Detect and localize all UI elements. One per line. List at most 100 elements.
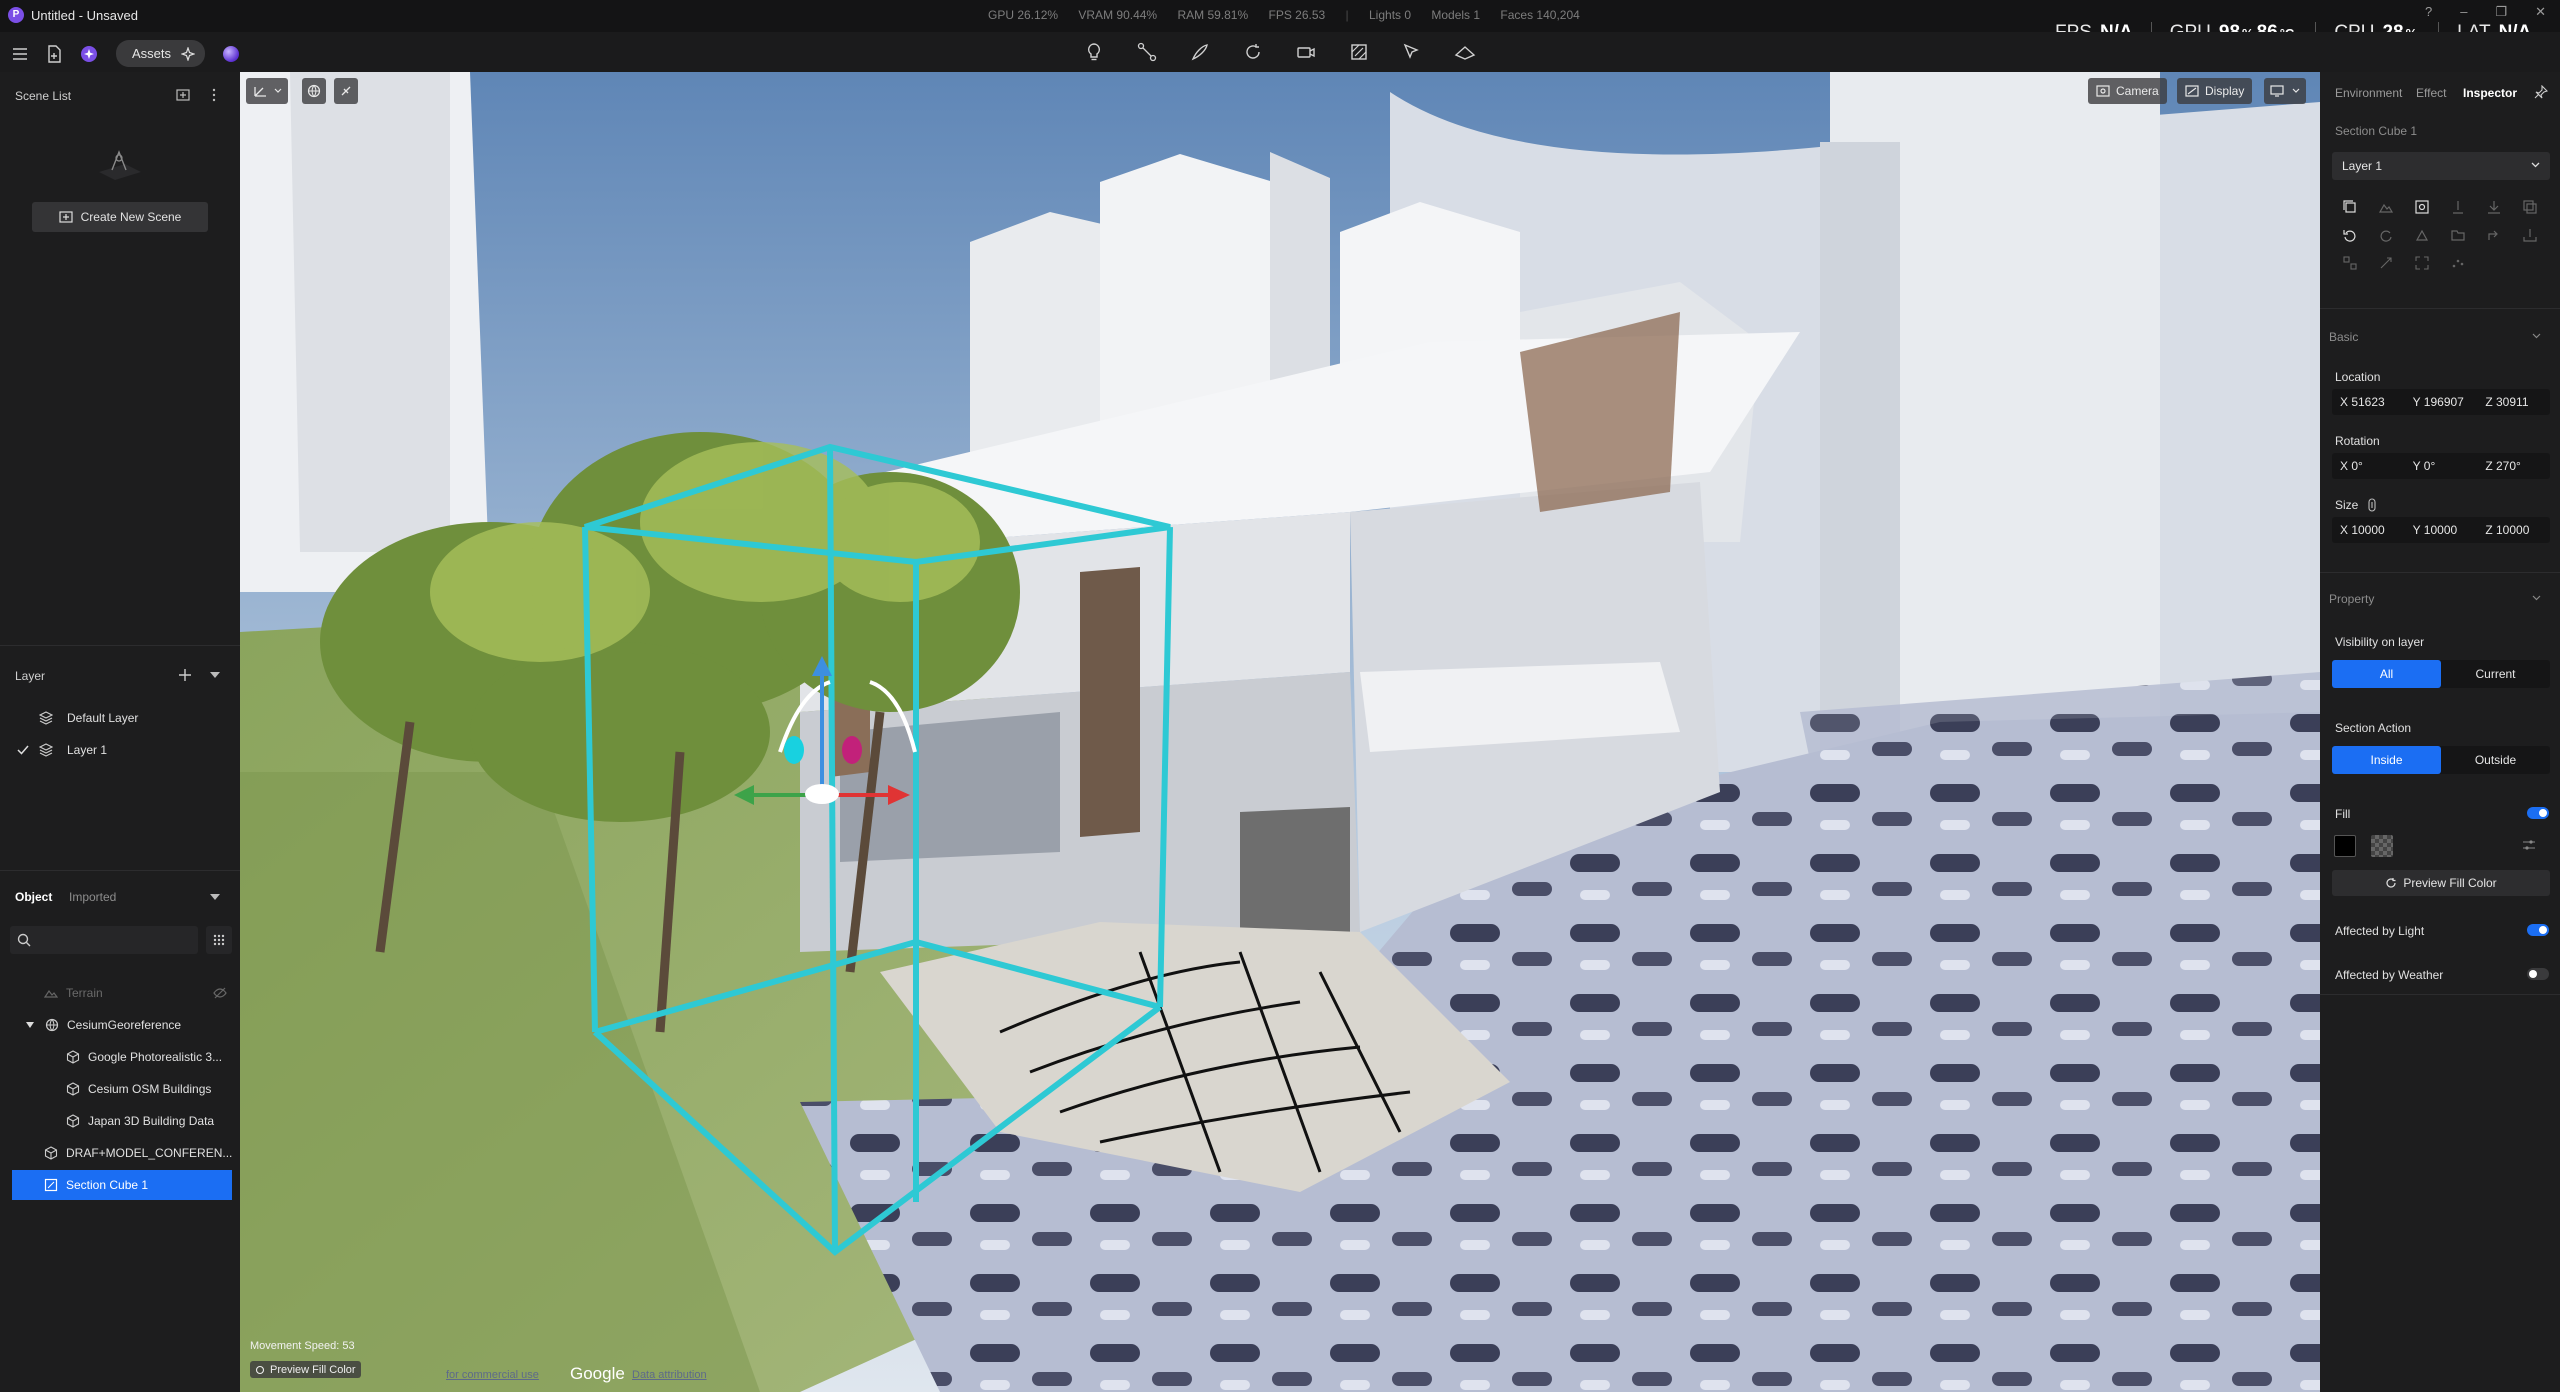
- video-camera-icon[interactable]: [1295, 40, 1317, 64]
- tree-item-cesium-osm[interactable]: Cesium OSM Buildings: [0, 1074, 240, 1104]
- section-plane-icon[interactable]: [1348, 40, 1370, 64]
- rotation-y[interactable]: Y 0°: [2405, 459, 2478, 473]
- copy-icon[interactable]: [2342, 199, 2358, 215]
- mountain-icon[interactable]: [2378, 199, 2394, 215]
- help-icon[interactable]: ?: [2425, 4, 2432, 20]
- camera-button[interactable]: Camera: [2088, 78, 2167, 104]
- tree-item-japan-3d[interactable]: Japan 3D Building Data: [0, 1106, 240, 1136]
- terrain-icon[interactable]: [1454, 40, 1476, 64]
- size-x[interactable]: X 10000: [2332, 523, 2405, 537]
- hidden-eye-icon[interactable]: [212, 985, 228, 1001]
- more-options-icon[interactable]: [212, 88, 216, 102]
- align-bottom-icon[interactable]: [2450, 199, 2466, 215]
- chevron-down-icon[interactable]: [2532, 333, 2541, 339]
- minimize-icon[interactable]: –: [2460, 4, 2467, 20]
- maximize-icon[interactable]: ❐: [2495, 4, 2507, 20]
- add-layer-icon[interactable]: [178, 668, 192, 682]
- layer-name: Default Layer: [67, 711, 139, 725]
- light-bulb-icon[interactable]: [1083, 40, 1105, 64]
- layer-filter-icon[interactable]: [210, 671, 220, 679]
- visibility-current-button[interactable]: Current: [2441, 660, 2550, 688]
- magnet-icon: [339, 84, 353, 98]
- divider: [2320, 308, 2560, 309]
- search-icon: [17, 933, 31, 947]
- fill-toggle[interactable]: [2527, 807, 2549, 819]
- commercial-use-link[interactable]: for commercial use: [446, 1369, 539, 1381]
- fill-opacity-swatch[interactable]: [2371, 835, 2393, 857]
- chevron-down-icon[interactable]: [2532, 595, 2541, 601]
- affected-by-weather-toggle[interactable]: [2527, 968, 2549, 980]
- preview-fill-chip[interactable]: Preview Fill Color: [250, 1361, 361, 1378]
- transform-mode-button[interactable]: [246, 78, 288, 104]
- object-search-input[interactable]: [10, 926, 198, 954]
- object-filter-icon[interactable]: [210, 893, 220, 901]
- layer-row-layer1[interactable]: Layer 1: [0, 735, 240, 765]
- duplicate-icon[interactable]: [2522, 199, 2538, 215]
- folder-icon[interactable]: [2450, 227, 2466, 243]
- group-icon[interactable]: [2342, 255, 2358, 271]
- create-new-scene-button[interactable]: Create New Scene: [32, 202, 208, 232]
- tree-item-google-photorealistic[interactable]: Google Photorealistic 3...: [0, 1042, 240, 1072]
- close-icon[interactable]: ✕: [2535, 4, 2546, 20]
- rotate-view-icon[interactable]: [1242, 40, 1264, 64]
- tab-imported[interactable]: Imported: [69, 890, 116, 904]
- transform-icon[interactable]: [2378, 255, 2394, 271]
- 3d-viewport[interactable]: Camera Display Movement Speed: 53 Previe…: [240, 72, 2320, 1392]
- preview-fill-color-button[interactable]: Preview Fill Color: [2332, 870, 2550, 896]
- tab-environment[interactable]: Environment: [2335, 86, 2402, 100]
- affected-by-light-toggle[interactable]: [2527, 924, 2549, 936]
- screen-layout-button[interactable]: [2264, 78, 2306, 104]
- rotation-x[interactable]: X 0°: [2332, 459, 2405, 473]
- rotation-fields[interactable]: X 0° Y 0° Z 270°: [2332, 453, 2550, 479]
- pin-icon[interactable]: [2534, 85, 2548, 99]
- sliders-icon[interactable]: [2522, 839, 2536, 851]
- scene-add-icon[interactable]: [176, 89, 190, 101]
- grid-view-button[interactable]: [206, 926, 232, 954]
- pointer-select-icon[interactable]: [1401, 40, 1423, 64]
- ai-assistant-icon[interactable]: [80, 45, 98, 63]
- data-attribution-link[interactable]: Data attribution: [632, 1369, 707, 1381]
- paint-icon[interactable]: [2414, 227, 2430, 243]
- focus-icon[interactable]: [2414, 199, 2430, 215]
- lock-ratio-icon[interactable]: [2367, 498, 2377, 512]
- world-space-button[interactable]: [302, 78, 326, 104]
- new-file-icon[interactable]: [46, 44, 62, 63]
- expand-caret-icon[interactable]: [25, 1017, 35, 1033]
- menu-icon[interactable]: [12, 47, 28, 61]
- inside-button[interactable]: Inside: [2332, 746, 2441, 774]
- layer-row-default[interactable]: Default Layer: [0, 703, 240, 733]
- tab-effect[interactable]: Effect: [2416, 86, 2446, 100]
- share-icon[interactable]: [2486, 227, 2502, 243]
- rotation-z[interactable]: Z 270°: [2477, 459, 2550, 473]
- visibility-all-button[interactable]: All: [2332, 660, 2441, 688]
- stat-faces: Faces 140,204: [1500, 8, 1580, 22]
- tree-item-section-cube-1[interactable]: Section Cube 1: [12, 1170, 232, 1200]
- size-fields[interactable]: X 10000 Y 10000 Z 10000: [2332, 517, 2550, 543]
- tree-item-cesium-georeference[interactable]: CesiumGeoreference: [0, 1010, 240, 1040]
- undo-icon[interactable]: [2342, 227, 2358, 243]
- location-y[interactable]: Y 196907: [2405, 395, 2478, 409]
- size-y[interactable]: Y 10000: [2405, 523, 2478, 537]
- material-sphere-icon[interactable]: [223, 45, 240, 62]
- fill-color-swatch[interactable]: [2334, 835, 2356, 857]
- download-icon[interactable]: [2486, 199, 2502, 215]
- size-z[interactable]: Z 10000: [2477, 523, 2550, 537]
- outside-button[interactable]: Outside: [2441, 746, 2550, 774]
- path-tool-icon[interactable]: [1136, 40, 1158, 64]
- tab-inspector[interactable]: Inspector: [2463, 86, 2517, 100]
- expand-icon[interactable]: [2414, 255, 2430, 271]
- redo-icon[interactable]: [2378, 227, 2394, 243]
- assets-button[interactable]: Assets: [116, 40, 206, 67]
- lasso-icon[interactable]: [1189, 40, 1211, 64]
- display-button[interactable]: Display: [2177, 78, 2253, 104]
- tree-item-terrain[interactable]: Terrain: [0, 978, 240, 1008]
- location-fields[interactable]: X 51623 Y 196907 Z 30911: [2332, 389, 2550, 415]
- tab-object[interactable]: Object: [15, 890, 52, 904]
- location-x[interactable]: X 51623: [2332, 395, 2405, 409]
- tree-item-draf-model-row[interactable]: DRAF+MODEL_CONFEREN...: [0, 1138, 240, 1168]
- snap-button[interactable]: [334, 78, 358, 104]
- export-icon[interactable]: [2522, 227, 2538, 243]
- scatter-icon[interactable]: [2450, 255, 2466, 271]
- layer-select[interactable]: Layer 1: [2332, 152, 2550, 180]
- location-z[interactable]: Z 30911: [2477, 395, 2550, 409]
